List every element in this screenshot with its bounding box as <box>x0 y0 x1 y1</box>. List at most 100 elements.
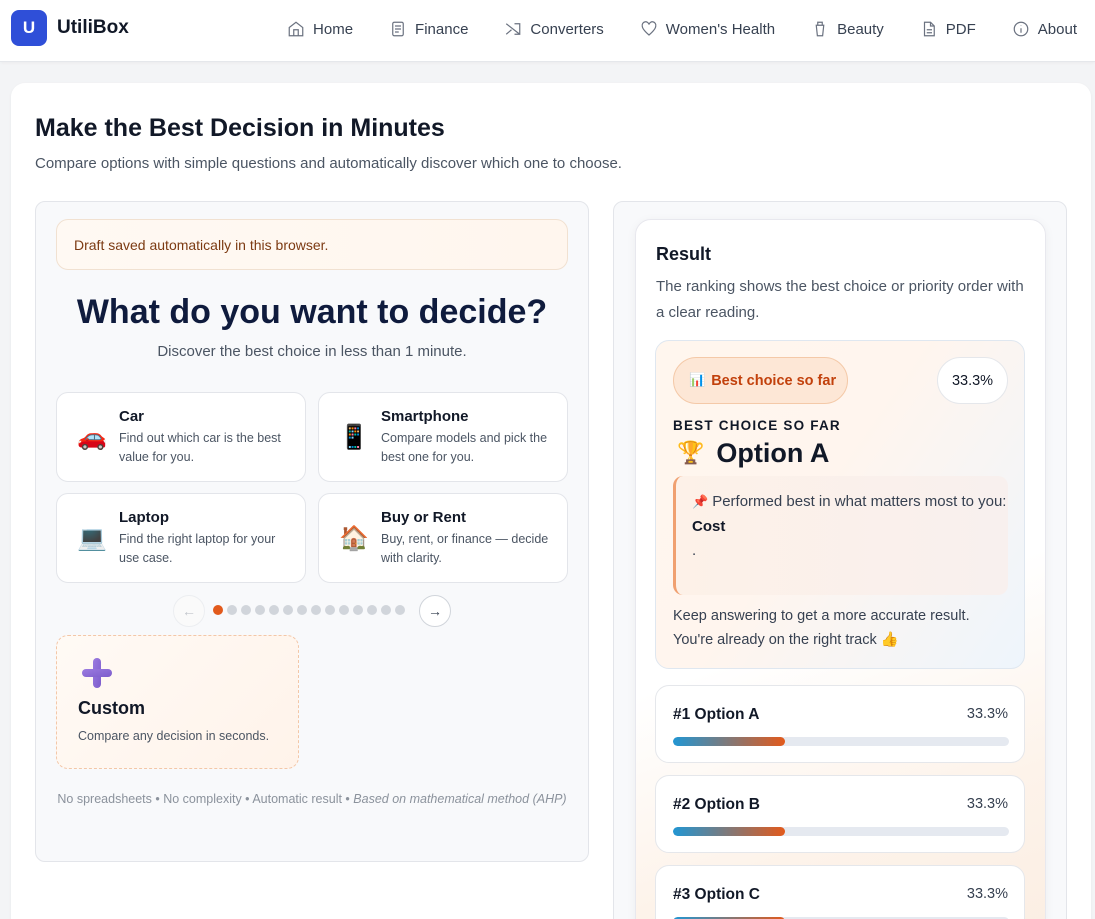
rank-percent: 33.3% <box>966 796 1008 812</box>
best-choice-pill: 📊 Best choice so far <box>673 357 848 404</box>
cup-icon <box>815 21 825 37</box>
rank-label: #3 Option C <box>673 886 760 903</box>
nav-label: About <box>1037 20 1077 38</box>
footnote-text: No spreadsheets • No complexity • Automa… <box>57 792 354 806</box>
thumbs-up-icon: 👍 <box>880 632 899 648</box>
option-desc: Find the right laptop for your use case. <box>119 532 276 565</box>
rank-progress-track <box>673 737 1009 746</box>
nav-label: Finance <box>415 20 469 38</box>
result-description: The ranking shows the best choice or pri… <box>656 278 1024 321</box>
draft-saved-notice: Draft saved automatically in this browse… <box>56 219 568 270</box>
rank-percent: 33.3% <box>966 886 1008 902</box>
custom-desc: Compare any decision in seconds. <box>78 729 270 743</box>
ranking-item: #1 Option A 33.3% <box>655 685 1025 763</box>
rank-percent: 33.3% <box>966 706 1008 722</box>
rank-progress-fill <box>673 737 785 746</box>
app-name[interactable]: UtiliBox <box>57 17 129 39</box>
main-nav: Home Finance Converters Women's Health B… <box>251 0 1077 58</box>
best-choice-label: BEST CHOICE SO FAR <box>673 418 841 433</box>
option-desc: Compare models and pick the best one for… <box>381 431 548 464</box>
option-card-laptop[interactable]: 💻 Laptop Find the right laptop for your … <box>56 493 306 583</box>
performed-best-note: 📌 Performed best in what matters most to … <box>673 476 1008 595</box>
heart-icon <box>641 21 657 36</box>
carousel-dots <box>213 605 405 615</box>
nav-finance[interactable]: Finance <box>389 20 468 38</box>
option-desc: Buy, rent, or finance — decide with clar… <box>381 532 549 565</box>
option-title: Smartphone <box>381 408 469 425</box>
rank-label: #2 Option B <box>673 796 760 813</box>
carousel-dot[interactable] <box>311 605 321 615</box>
custom-decision-card[interactable]: Custom Compare any decision in seconds. <box>56 635 299 769</box>
trophy-icon: 🏆 <box>677 441 705 466</box>
carousel-dot[interactable] <box>339 605 349 615</box>
carousel-dot[interactable] <box>283 605 293 615</box>
carousel-dot[interactable] <box>241 605 251 615</box>
nav-label: Women's Health <box>665 20 776 38</box>
file-icon <box>923 21 935 37</box>
carousel-dot[interactable] <box>353 605 363 615</box>
plus-icon <box>82 658 112 688</box>
best-option-text: Option A <box>716 438 830 468</box>
top-navbar: U UtiliBox Home Finance Converters Women… <box>0 0 1095 62</box>
nav-label: Home <box>313 20 354 38</box>
performed-text: Performed best in what matters most to y… <box>712 493 1007 510</box>
rank-label: #1 Option A <box>673 706 760 723</box>
pill-label: Best choice so far <box>711 372 837 389</box>
home-icon <box>288 21 304 37</box>
logo-badge[interactable]: U <box>11 10 47 46</box>
option-card-car[interactable]: 🚗 Car Find out which car is the best val… <box>56 392 306 482</box>
carousel-dot[interactable] <box>213 605 223 615</box>
house-icon: 🏠 <box>339 524 369 552</box>
laptop-icon: 💻 <box>77 524 107 552</box>
keep-text: Keep answering to get a more accurate re… <box>673 608 970 648</box>
nav-pdf[interactable]: PDF <box>920 20 976 38</box>
ranking-item: #2 Option B 33.3% <box>655 775 1025 853</box>
carousel-dot[interactable] <box>367 605 377 615</box>
carousel-dot[interactable] <box>381 605 391 615</box>
top-criterion: Cost <box>692 518 726 535</box>
rank-progress-track <box>673 827 1009 836</box>
shuffle-icon <box>506 23 521 35</box>
carousel-dot[interactable] <box>269 605 279 615</box>
best-choice-percent: 33.3% <box>937 357 1008 404</box>
option-title: Car <box>119 408 145 425</box>
best-choice-name: 🏆 Option A <box>677 438 829 469</box>
car-icon: 🚗 <box>77 423 107 451</box>
carousel-dot[interactable] <box>255 605 265 615</box>
document-icon <box>392 21 404 37</box>
result-title: Result <box>656 244 712 264</box>
custom-title: Custom <box>78 698 145 718</box>
option-title: Buy or Rent <box>381 509 467 526</box>
carousel-dot[interactable] <box>227 605 237 615</box>
option-card-smartphone[interactable]: 📱 Smartphone Compare models and pick the… <box>318 392 568 482</box>
option-title: Laptop <box>119 509 169 526</box>
decide-heading: What do you want to decide? <box>76 293 548 331</box>
keep-answering-text: Keep answering to get a more accurate re… <box>673 604 1013 652</box>
pin-icon: 📌 <box>692 495 709 510</box>
smartphone-icon: 📱 <box>339 423 369 451</box>
option-desc: Find out which car is the best value for… <box>119 431 281 464</box>
nav-womens-health[interactable]: Women's Health <box>640 20 775 38</box>
chart-icon: 📊 <box>689 373 706 388</box>
rank-progress-fill <box>673 827 785 836</box>
carousel-dot[interactable] <box>395 605 405 615</box>
nav-beauty[interactable]: Beauty <box>811 20 884 38</box>
nav-label: Converters <box>530 20 604 38</box>
nav-home[interactable]: Home <box>287 20 353 38</box>
carousel-dot[interactable] <box>297 605 307 615</box>
footnote: No spreadsheets • No complexity • Automa… <box>56 790 568 809</box>
info-icon <box>1013 21 1029 37</box>
option-card-buy-or-rent[interactable]: 🏠 Buy or Rent Buy, rent, or finance — de… <box>318 493 568 583</box>
nav-label: Beauty <box>837 20 884 38</box>
nav-converters[interactable]: Converters <box>504 20 604 38</box>
carousel-next-button[interactable]: → <box>419 595 451 627</box>
ranking-item: #3 Option C 33.3% <box>655 865 1025 919</box>
carousel-dot[interactable] <box>325 605 335 615</box>
footnote-method: Based on mathematical method (AHP) <box>353 792 567 806</box>
nav-label: PDF <box>945 20 976 38</box>
nav-about[interactable]: About <box>1012 20 1077 38</box>
decide-subheading: Discover the best choice in less than 1 … <box>157 343 467 360</box>
page-subtitle: Compare options with simple questions an… <box>35 155 622 172</box>
carousel-prev-button[interactable]: ← <box>173 595 205 627</box>
page-title: Make the Best Decision in Minutes <box>35 114 445 142</box>
